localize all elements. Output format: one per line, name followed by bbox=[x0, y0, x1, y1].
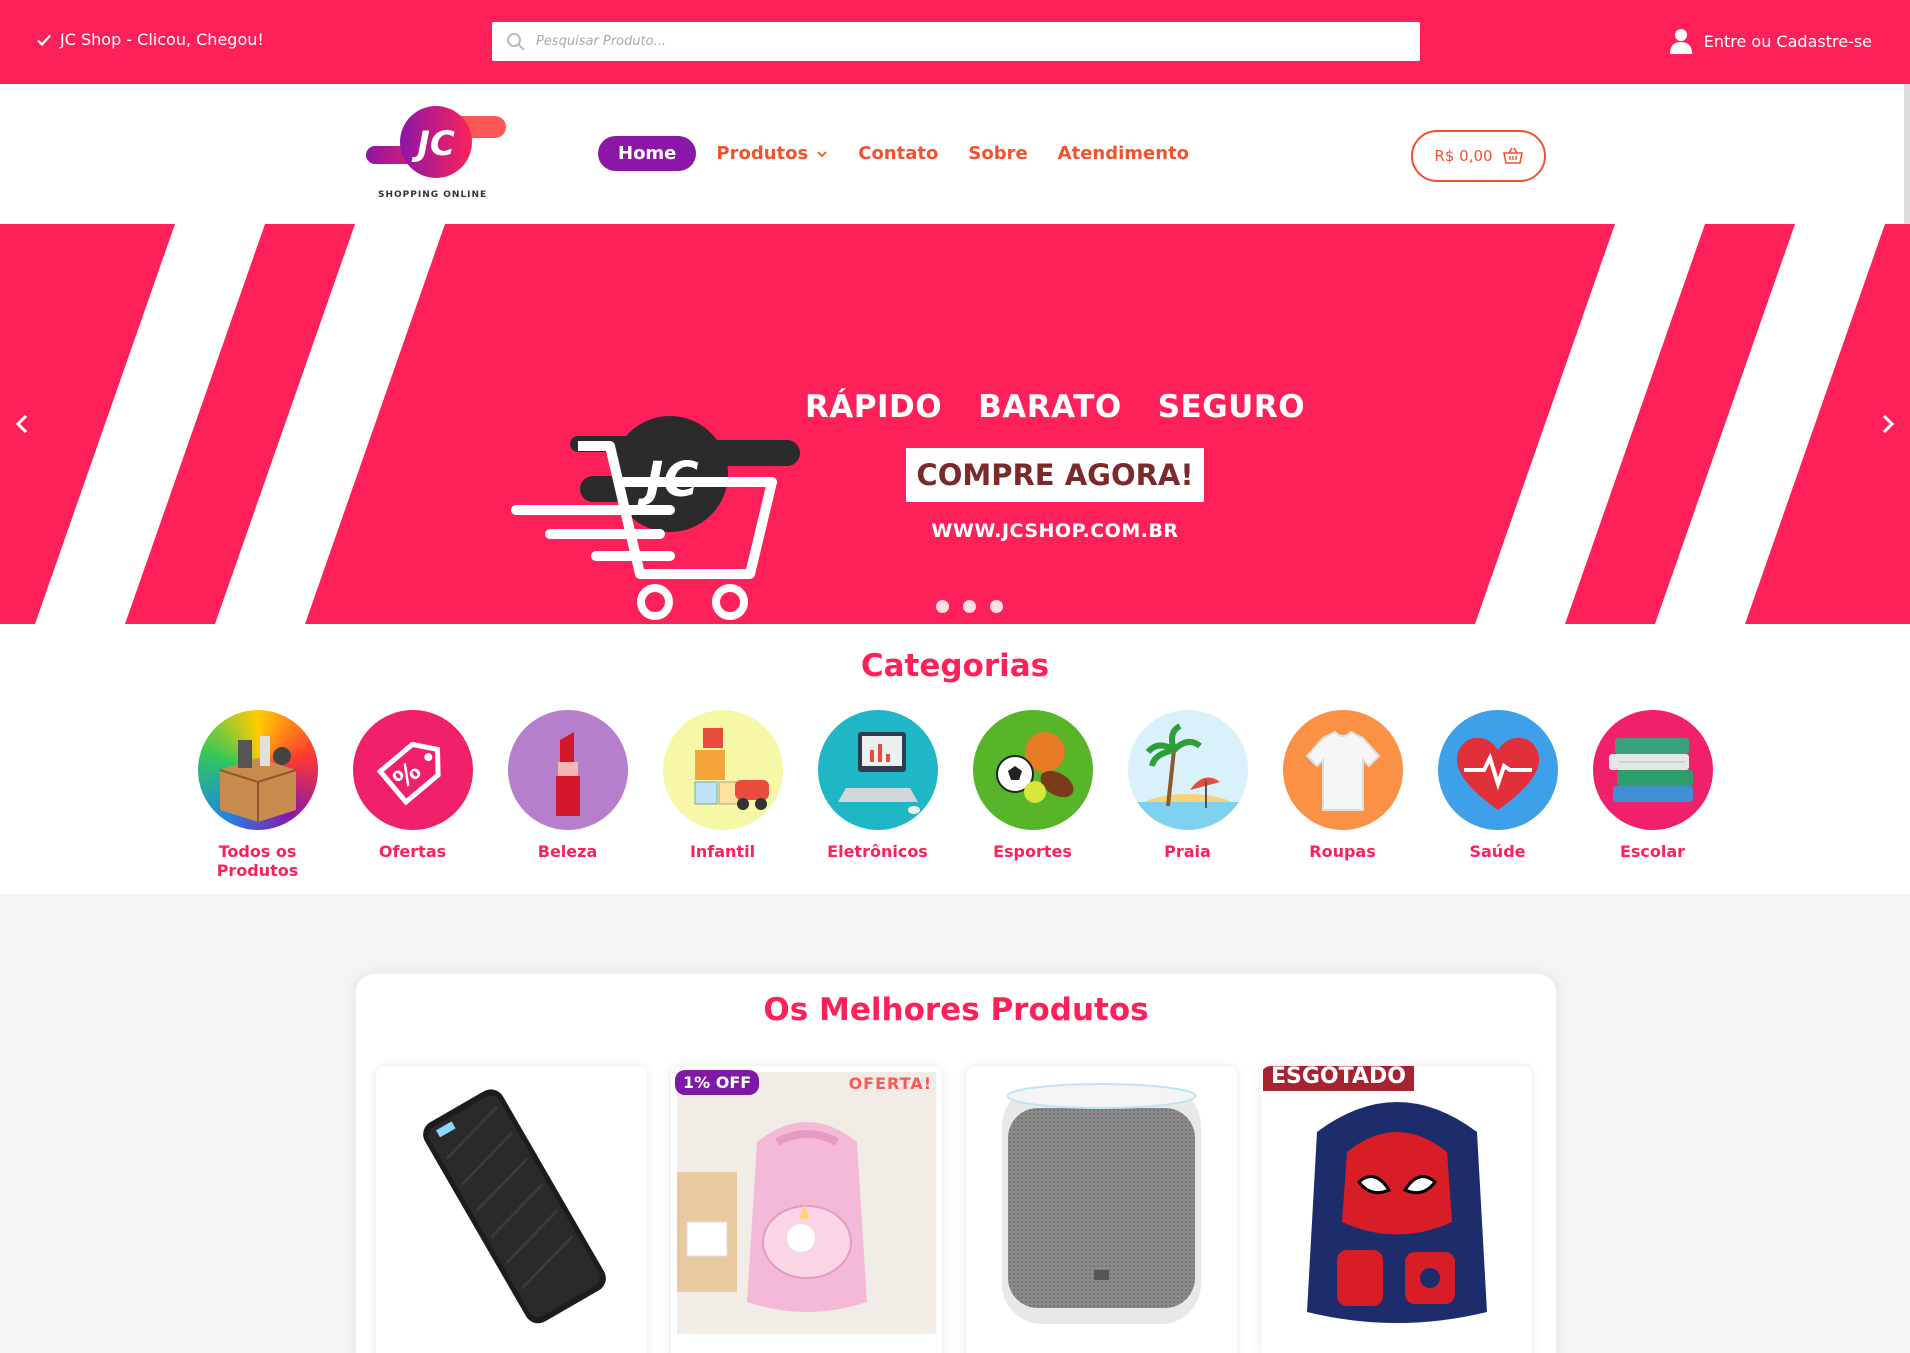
smart-speaker-image bbox=[1002, 1083, 1201, 1324]
hero-slider: JC RÁPIDO BARATO SEGURO COMPRE AGORA! WW… bbox=[0, 224, 1910, 624]
product-card-smart-speaker[interactable] bbox=[966, 1066, 1237, 1353]
search-input[interactable] bbox=[536, 34, 1396, 49]
discount-tag-icon: % bbox=[352, 710, 473, 830]
category-eletronicos[interactable]: Eletrônicos bbox=[800, 710, 955, 861]
beach-icon bbox=[1127, 710, 1248, 830]
slider-dot-2[interactable] bbox=[963, 600, 976, 613]
check-icon bbox=[37, 34, 51, 46]
chevron-down-icon bbox=[817, 150, 827, 157]
hero-text: RÁPIDO BARATO SEGURO COMPRE AGORA! WWW.J… bbox=[805, 384, 1305, 542]
category-roupas[interactable]: Roupas bbox=[1265, 710, 1420, 861]
hero-word-seguro: SEGURO bbox=[1157, 389, 1306, 425]
books-icon bbox=[1592, 710, 1713, 830]
category-escolar[interactable]: Escolar bbox=[1575, 710, 1730, 861]
box-icon bbox=[197, 710, 318, 830]
category-infantil[interactable]: Infantil bbox=[645, 710, 800, 861]
login-label: Entre ou Cadastre-se bbox=[1703, 31, 1872, 51]
logo-mark: JC bbox=[366, 106, 506, 178]
toy-blocks-icon bbox=[662, 710, 783, 830]
hero-cta-button[interactable]: COMPRE AGORA! bbox=[906, 448, 1204, 502]
tagline: JC Shop - Clicou, Chegou! bbox=[36, 30, 264, 49]
main-nav: Home Produtos Contato Sobre Atendimento bbox=[598, 136, 1199, 171]
category-ofertas[interactable]: % Ofertas bbox=[335, 710, 490, 861]
slider-dots bbox=[936, 600, 1003, 613]
discount-badge: 1% OFF bbox=[675, 1070, 760, 1095]
product-card-spiderman-backpack[interactable]: ESGOTADO bbox=[1261, 1066, 1532, 1353]
category-saude[interactable]: Saúde bbox=[1420, 710, 1575, 861]
slider-dot-3[interactable] bbox=[990, 600, 1003, 613]
search-bar[interactable] bbox=[492, 22, 1420, 61]
category-label: Saúde bbox=[1469, 842, 1526, 861]
nav-atendimento-label: Atendimento bbox=[1057, 143, 1190, 164]
best-products-section: Os Melhores Produtos 1% OFF OFERTA! ESGO… bbox=[356, 974, 1556, 1353]
computer-icon bbox=[817, 710, 938, 830]
cart-total: R$ 0,00 bbox=[1434, 147, 1493, 165]
unicorn-backpack-image bbox=[677, 1072, 936, 1334]
category-todos[interactable]: Todos os Produtos bbox=[180, 710, 335, 880]
category-beleza[interactable]: Beleza bbox=[490, 710, 645, 861]
category-label: Beleza bbox=[537, 842, 598, 861]
product-card-unicorn-backpack[interactable]: 1% OFF OFERTA! bbox=[671, 1066, 942, 1353]
category-label: Roupas bbox=[1309, 842, 1376, 861]
logo-subtitle: SHOPPING ONLINE bbox=[378, 190, 488, 200]
category-label: Infantil bbox=[689, 842, 756, 861]
hero-words: RÁPIDO BARATO SEGURO bbox=[805, 384, 1305, 430]
cart-button[interactable]: R$ 0,00 bbox=[1411, 130, 1546, 182]
spiderman-backpack-image bbox=[1307, 1102, 1487, 1323]
offer-badge: OFERTA! bbox=[848, 1074, 932, 1093]
scrollbar[interactable] bbox=[1904, 84, 1910, 224]
hero-word-barato: BARATO bbox=[978, 389, 1122, 425]
search-icon bbox=[507, 32, 525, 51]
categories-title: Categorias bbox=[860, 648, 1050, 684]
category-label: Ofertas bbox=[378, 842, 447, 861]
category-label: Esportes bbox=[993, 842, 1072, 861]
logo-text: JC bbox=[411, 124, 455, 164]
lipstick-icon bbox=[507, 710, 628, 830]
nav-produtos[interactable]: Produtos bbox=[706, 137, 838, 170]
nav-produtos-label: Produtos bbox=[716, 143, 809, 164]
category-esportes[interactable]: Esportes bbox=[955, 710, 1110, 861]
balls-icon bbox=[972, 710, 1093, 830]
hero-word-rapido: RÁPIDO bbox=[804, 389, 943, 425]
slider-prev-arrow-icon[interactable] bbox=[10, 408, 34, 440]
nav-sobre[interactable]: Sobre bbox=[958, 137, 1037, 170]
heart-pulse-icon bbox=[1437, 710, 1558, 830]
power-bank-image bbox=[423, 1089, 606, 1324]
category-label: Todos os Produtos bbox=[216, 842, 299, 880]
cart-illustration: JC bbox=[511, 416, 800, 620]
nav-home[interactable]: Home bbox=[598, 136, 697, 171]
category-label: Eletrônicos bbox=[827, 842, 928, 861]
logo[interactable]: JC SHOPPING ONLINE bbox=[364, 102, 509, 202]
sold-out-badge: ESGOTADO bbox=[1263, 1066, 1414, 1091]
tagline-text: JC Shop - Clicou, Chegou! bbox=[60, 30, 264, 49]
category-praia[interactable]: Praia bbox=[1110, 710, 1265, 861]
nav-sobre-label: Sobre bbox=[968, 143, 1028, 164]
hero-logo-text: JC bbox=[637, 452, 698, 508]
login-link[interactable]: Entre ou Cadastre-se bbox=[1669, 28, 1872, 54]
category-label: Escolar bbox=[1619, 842, 1686, 861]
user-icon bbox=[1669, 29, 1692, 54]
nav-contato-label: Contato bbox=[858, 143, 939, 164]
categories-section: Categorias Todos os Produtos % Ofertas B… bbox=[0, 624, 1910, 894]
top-bar: JC Shop - Clicou, Chegou! Entre ou Cadas… bbox=[0, 0, 1910, 84]
slider-dot-1[interactable] bbox=[936, 600, 949, 613]
shirt-icon bbox=[1282, 710, 1403, 830]
products-title: Os Melhores Produtos bbox=[763, 992, 1149, 1028]
site-header: JC SHOPPING ONLINE Home Produtos Contato… bbox=[0, 84, 1910, 224]
nav-contato[interactable]: Contato bbox=[848, 137, 948, 170]
basket-icon bbox=[1502, 147, 1523, 164]
product-card-power-bank[interactable] bbox=[376, 1066, 647, 1353]
slider-next-arrow-icon[interactable] bbox=[1876, 408, 1900, 440]
nav-atendimento[interactable]: Atendimento bbox=[1048, 137, 1199, 170]
hero-url: WWW.JCSHOP.COM.BR bbox=[931, 520, 1179, 542]
category-label: Praia bbox=[1164, 842, 1211, 861]
nav-home-label: Home bbox=[618, 143, 677, 164]
